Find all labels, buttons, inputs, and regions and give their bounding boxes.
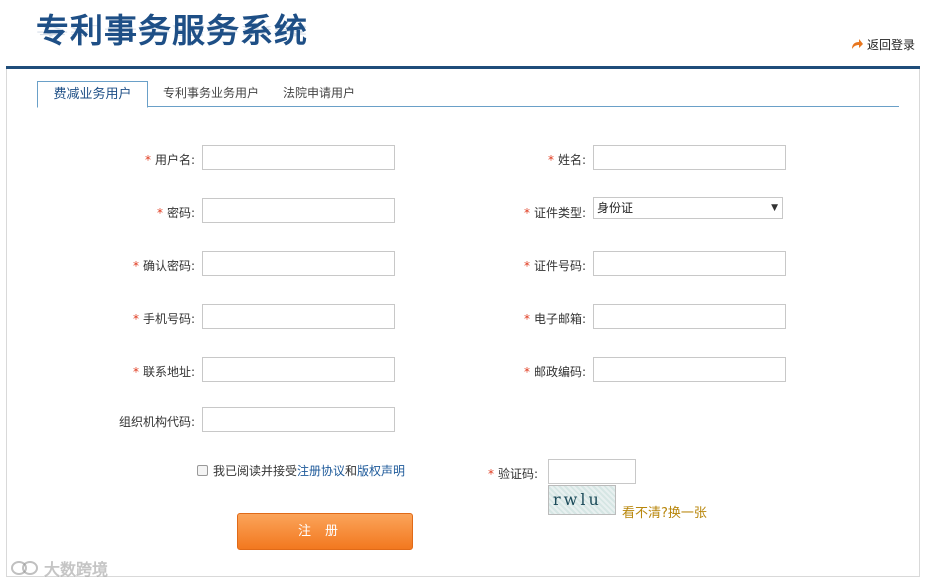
- watermark-logo-icon: [11, 561, 38, 575]
- copyright-statement-link[interactable]: 版权声明: [357, 462, 405, 479]
- email-label: * 电子邮箱:: [523, 312, 586, 326]
- confirm-password-input[interactable]: [202, 251, 395, 276]
- username-input[interactable]: [202, 145, 395, 170]
- watermark: 大数跨境: [10, 556, 108, 580]
- agreement-middle: 和: [345, 464, 358, 478]
- dropdown-arrow-icon: ▼: [771, 203, 778, 213]
- registration-panel: 费减业务用户 专利事务业务用户 法院申请用户 * 用户名: * 密码: * 确认密码:…: [6, 69, 920, 577]
- username-label: * 用户名:: [144, 153, 195, 167]
- tab-fee-reduction-user[interactable]: 费减业务用户: [37, 81, 148, 108]
- email-input[interactable]: [593, 304, 786, 329]
- back-to-login-label: 返回登录: [866, 38, 915, 52]
- captcha-refresh-link[interactable]: 看不清?换一张: [622, 502, 707, 521]
- id-type-select[interactable]: 身份证 ▼: [593, 197, 783, 219]
- org-code-label: 组织机构代码:: [118, 415, 195, 429]
- org-code-input[interactable]: [202, 407, 395, 432]
- id-type-selected-value: 身份证: [597, 201, 634, 215]
- agreement-prefix: 我已阅读并接受: [213, 464, 298, 478]
- tab-patent-affairs-user[interactable]: 专利事务业务用户: [151, 81, 271, 107]
- postcode-label: * 邮政编码:: [523, 365, 586, 379]
- tab-court-application-user[interactable]: 法院申请用户: [275, 81, 363, 107]
- agreement-row: 我已阅读并接受 注册协议 和 版权声明: [197, 462, 405, 479]
- agreement-checkbox[interactable]: [197, 465, 208, 476]
- registration-agreement-link[interactable]: 注册协议: [297, 462, 345, 479]
- name-label: * 姓名:: [547, 153, 586, 167]
- address-label: * 联系地址:: [132, 365, 195, 379]
- header: 专利事务服务系统 专利事务服务系统 返回登录: [0, 0, 925, 69]
- address-input[interactable]: [202, 357, 395, 382]
- phone-label: * 手机号码:: [132, 312, 195, 326]
- id-number-input[interactable]: [593, 251, 786, 276]
- back-to-login-link[interactable]: 返回登录: [850, 36, 915, 53]
- postcode-input[interactable]: [593, 357, 786, 382]
- name-input[interactable]: [593, 145, 786, 170]
- phone-input[interactable]: [202, 304, 395, 329]
- captcha-image[interactable]: rwlu: [548, 485, 616, 515]
- password-label: * 密码:: [156, 206, 195, 220]
- captcha-input[interactable]: [548, 459, 636, 484]
- system-title-reflection: 专利事务服务系统: [36, 23, 308, 38]
- watermark-text: 大数跨境: [44, 560, 109, 579]
- register-button[interactable]: 注册: [237, 513, 413, 550]
- captcha-label: * 验证码:: [487, 467, 538, 481]
- id-type-label: * 证件类型:: [523, 206, 586, 220]
- id-number-label: * 证件号码:: [523, 259, 586, 273]
- password-input[interactable]: [202, 198, 395, 223]
- back-arrow-icon: [851, 38, 863, 49]
- confirm-password-label: * 确认密码:: [132, 259, 195, 273]
- user-type-tabs: 费减业务用户 专利事务业务用户 法院申请用户: [37, 81, 899, 108]
